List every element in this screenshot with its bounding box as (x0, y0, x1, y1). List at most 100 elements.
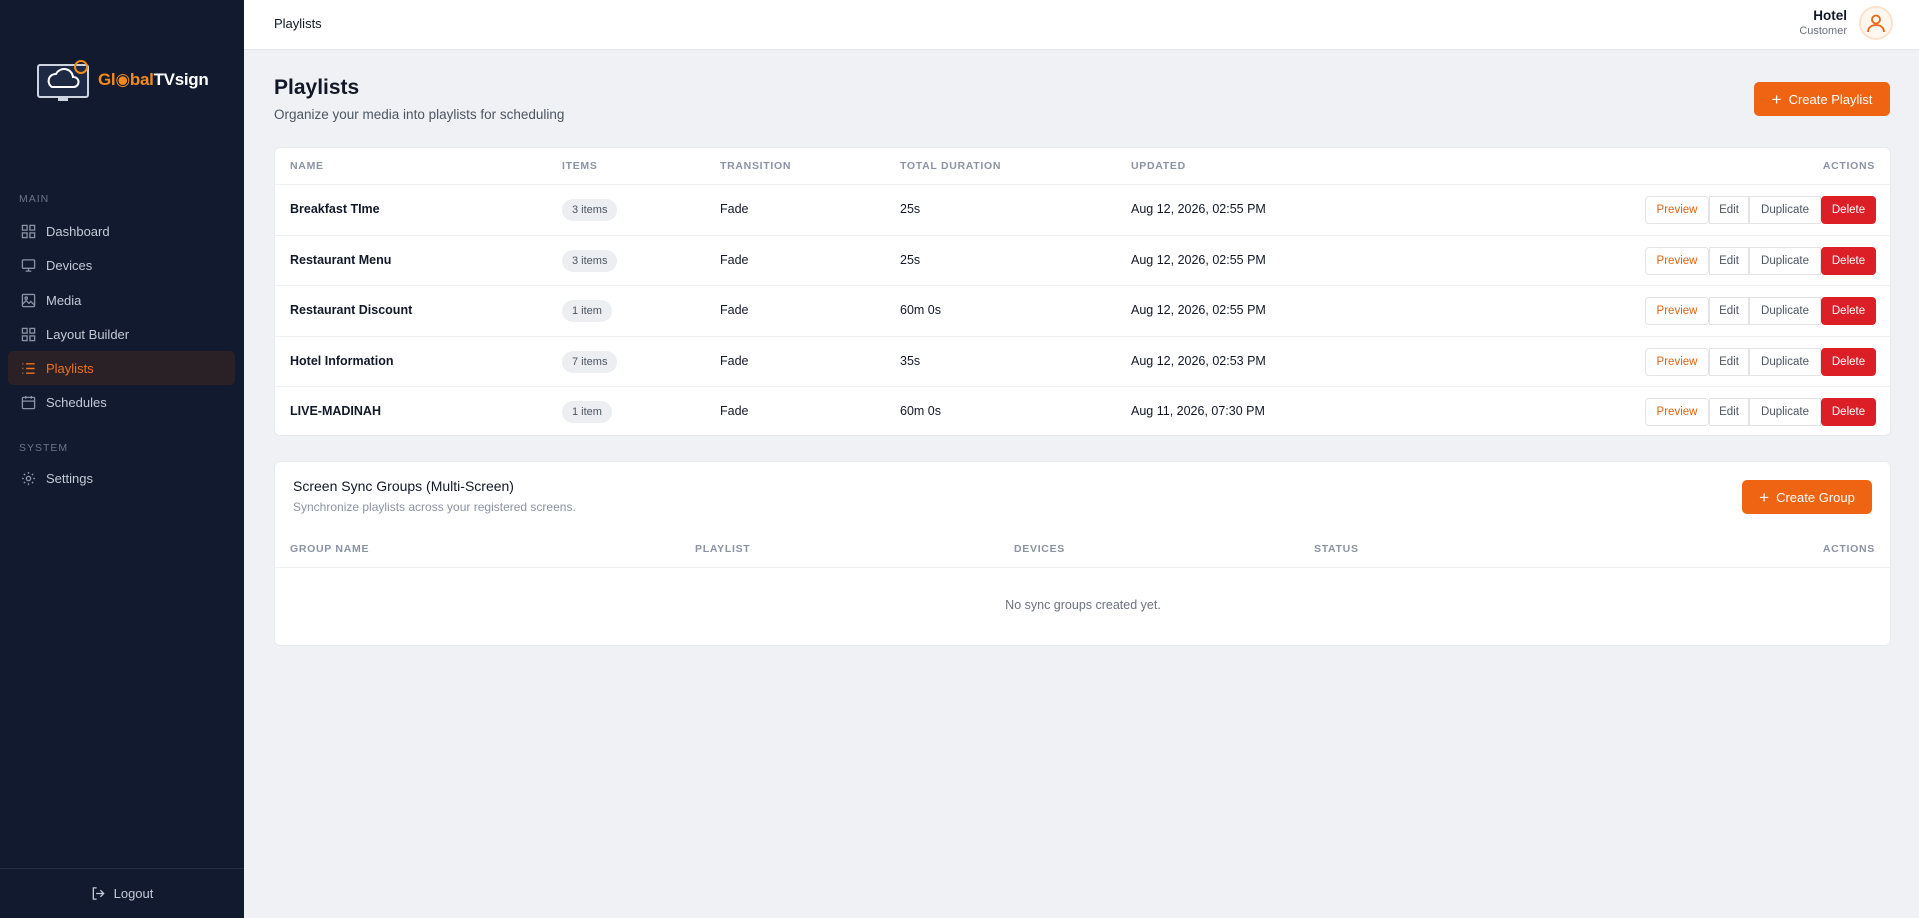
sidebar-item-layout-builder[interactable]: Layout Builder (8, 317, 235, 351)
nav-section-main: MAIN (19, 193, 50, 205)
edit-button[interactable]: Edit (1709, 348, 1749, 376)
duplicate-button[interactable]: Duplicate (1749, 297, 1821, 325)
monitor-cloud-logo-icon (37, 60, 89, 101)
duration-value: 25s (900, 253, 921, 267)
duplicate-button[interactable]: Duplicate (1749, 247, 1821, 275)
column-header-updated: UPDATED (1131, 160, 1186, 172)
transition-value: Fade (720, 404, 749, 418)
sidebar-item-dashboard[interactable]: Dashboard (8, 214, 235, 248)
duplicate-button[interactable]: Duplicate (1749, 348, 1821, 376)
user-icon (1867, 14, 1885, 33)
updated-value: Aug 11, 2026, 07:30 PM (1131, 404, 1265, 418)
divider (275, 567, 1891, 568)
image-icon (20, 292, 36, 308)
sidebar-item-playlists[interactable]: Playlists (8, 351, 235, 385)
sidebar-item-schedules[interactable]: Schedules (8, 385, 235, 419)
sidebar-item-devices[interactable]: Devices (8, 248, 235, 282)
sidebar-item-label: Dashboard (46, 223, 110, 239)
delete-button[interactable]: Delete (1821, 297, 1876, 325)
playlist-name: Restaurant Menu (290, 253, 392, 267)
duration-value: 35s (900, 354, 921, 368)
plus-icon: + (1771, 89, 1782, 109)
items-badge: 7 items (562, 351, 618, 373)
create-group-button[interactable]: + Create Group (1742, 480, 1872, 514)
user-name: Hotel (1813, 8, 1847, 23)
preview-button[interactable]: Preview (1645, 196, 1709, 224)
layout-icon (20, 326, 36, 342)
delete-button[interactable]: Delete (1821, 247, 1876, 275)
table-row: Hotel Information 7 items Fade 35s Aug 1… (275, 336, 1891, 387)
duplicate-button[interactable]: Duplicate (1749, 196, 1821, 224)
grid-icon (20, 223, 36, 239)
calendar-icon (20, 394, 36, 410)
duration-value: 25s (900, 202, 921, 216)
create-playlist-button[interactable]: + Create Playlist (1754, 82, 1890, 116)
column-header-playlist: PLAYLIST (695, 543, 751, 555)
preview-button[interactable]: Preview (1645, 247, 1709, 275)
logout-button[interactable]: Logout (0, 868, 244, 918)
sidebar-item-media[interactable]: Media (8, 283, 235, 317)
brand-logo[interactable]: Gl◉balTVsign (36, 56, 209, 104)
sidebar: Gl◉balTVsign MAIN Dashboard Devices Medi… (0, 0, 244, 918)
transition-value: Fade (720, 354, 749, 368)
playlist-name: Breakfast TIme (290, 202, 380, 216)
sync-groups-title: Screen Sync Groups (Multi-Screen) (293, 478, 514, 494)
playlist-name: LIVE-MADINAH (290, 404, 381, 418)
column-header-devices: DEVICES (1014, 543, 1065, 555)
column-header-actions: ACTIONS (1822, 160, 1875, 172)
sidebar-item-label: Media (46, 292, 82, 308)
duration-value: 60m 0s (900, 404, 941, 418)
preview-button[interactable]: Preview (1645, 348, 1709, 376)
edit-button[interactable]: Edit (1709, 398, 1749, 426)
sidebar-item-settings[interactable]: Settings (8, 461, 235, 495)
playlists-table: NAME ITEMS TRANSITION TOTAL DURATION UPD… (274, 147, 1891, 436)
updated-value: Aug 12, 2026, 02:55 PM (1131, 202, 1266, 216)
edit-button[interactable]: Edit (1709, 196, 1749, 224)
create-group-label: Create Group (1776, 489, 1855, 505)
table-row: LIVE-MADINAH 1 item Fade 60m 0s Aug 11, … (275, 386, 1891, 437)
items-badge: 1 item (562, 300, 612, 322)
delete-button[interactable]: Delete (1821, 196, 1876, 224)
sidebar-item-label: Settings (46, 470, 93, 486)
delete-button[interactable]: Delete (1821, 398, 1876, 426)
sidebar-item-label: Playlists (46, 360, 94, 376)
page-subtitle: Organize your media into playlists for s… (274, 107, 565, 122)
duration-value: 60m 0s (900, 303, 941, 317)
nav-section-system: SYSTEM (19, 442, 69, 454)
column-header-actions: ACTIONS (1822, 543, 1875, 555)
updated-value: Aug 12, 2026, 02:53 PM (1131, 354, 1266, 368)
column-header-name: NAME (290, 160, 324, 172)
sync-groups-subtitle: Synchronize playlists across your regist… (293, 500, 576, 514)
preview-button[interactable]: Preview (1645, 398, 1709, 426)
sidebar-item-label: Schedules (46, 394, 107, 410)
column-header-transition: TRANSITION (720, 160, 792, 172)
top-bar: Playlists Hotel Customer (244, 0, 1919, 50)
column-header-duration: TOTAL DURATION (900, 160, 1002, 172)
playlist-name: Hotel Information (290, 354, 394, 368)
plus-icon: + (1759, 487, 1770, 507)
brand-name: Gl◉balTVsign (98, 70, 209, 89)
edit-button[interactable]: Edit (1709, 247, 1749, 275)
items-badge: 3 items (562, 199, 618, 221)
logout-icon (92, 887, 105, 900)
updated-value: Aug 12, 2026, 02:55 PM (1131, 253, 1266, 267)
sidebar-item-label: Layout Builder (46, 326, 130, 342)
create-playlist-label: Create Playlist (1788, 91, 1873, 107)
table-row: Restaurant Discount 1 item Fade 60m 0s A… (275, 285, 1891, 336)
transition-value: Fade (720, 303, 749, 317)
sidebar-item-label: Devices (46, 257, 93, 273)
avatar[interactable] (1859, 6, 1893, 40)
table-row: Restaurant Menu 3 items Fade 25s Aug 12,… (275, 235, 1891, 286)
edit-button[interactable]: Edit (1709, 297, 1749, 325)
duplicate-button[interactable]: Duplicate (1749, 398, 1821, 426)
playlist-name: Restaurant Discount (290, 303, 413, 317)
updated-value: Aug 12, 2026, 02:55 PM (1131, 303, 1266, 317)
items-badge: 1 item (562, 401, 612, 423)
empty-state-message: No sync groups created yet. (1005, 598, 1161, 612)
user-menu[interactable]: Hotel Customer (1799, 6, 1893, 40)
preview-button[interactable]: Preview (1645, 297, 1709, 325)
column-header-status: STATUS (1314, 543, 1359, 555)
delete-button[interactable]: Delete (1821, 348, 1876, 376)
user-role: Customer (1799, 25, 1847, 37)
logout-label: Logout (113, 886, 154, 901)
